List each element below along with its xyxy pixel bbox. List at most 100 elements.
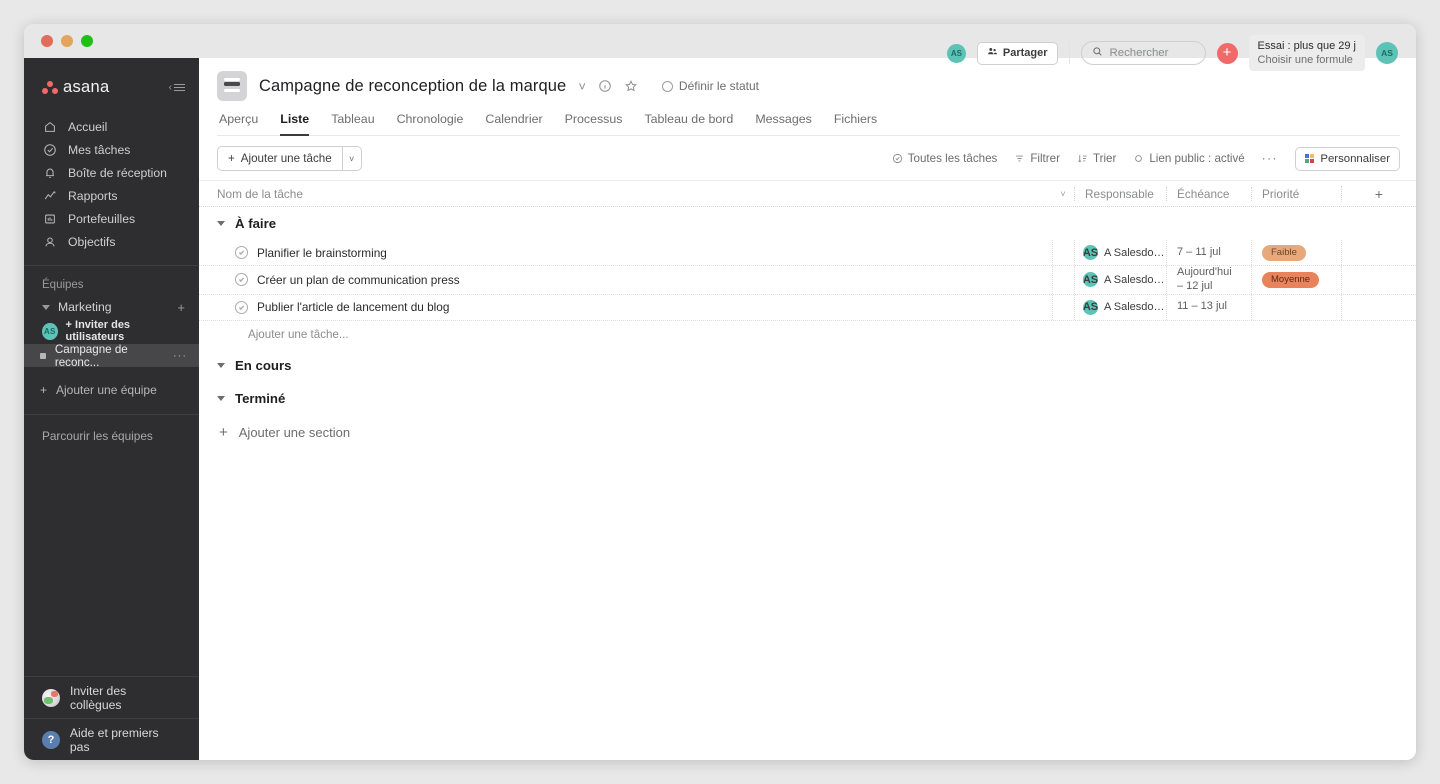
tab-fichiers[interactable]: Fichiers (823, 112, 888, 135)
section-header-termine[interactable]: Terminé (199, 382, 1416, 415)
due-date-cell[interactable]: 11 – 13 jul (1166, 294, 1251, 320)
public-link-button[interactable]: Lien public : activé (1133, 152, 1245, 165)
due-date-cell[interactable]: 7 – 11 jul (1166, 240, 1251, 265)
task-name-cell[interactable]: Planifier le brainstorming (199, 240, 1052, 265)
tab-tableau-de-bord[interactable]: Tableau de bord (633, 112, 744, 135)
column-task-name: Nom de la tâche (217, 186, 303, 201)
priority-cell[interactable]: Faible (1251, 240, 1341, 265)
add-task-button[interactable]: + Ajouter une tâche (217, 146, 342, 171)
trial-badge[interactable]: Essai : plus que 29 j Choisir une formul… (1248, 35, 1365, 71)
sidebar-browse-teams[interactable]: Parcourir les équipes (24, 429, 199, 443)
assignee-cell[interactable]: AS A Salesdora... (1074, 266, 1166, 294)
minimize-window-button[interactable] (61, 35, 73, 47)
tab-calendrier[interactable]: Calendrier (474, 112, 553, 135)
asana-logo[interactable]: asana (42, 78, 109, 97)
filter-all-tasks-button[interactable]: Toutes les tâches (892, 152, 997, 165)
sort-button[interactable]: Trier (1077, 152, 1116, 165)
sidebar-item-objectifs[interactable]: Objectifs (24, 230, 199, 253)
plus-icon: + (219, 424, 228, 441)
more-options-icon[interactable]: ··· (1262, 152, 1278, 165)
tab-apercu[interactable]: Aperçu (217, 112, 269, 135)
sidebar-item-portefeuilles[interactable]: Portefeuilles (24, 207, 199, 230)
info-circle-icon[interactable] (598, 79, 612, 93)
asana-dots-icon (42, 80, 58, 95)
plus-icon: + (40, 383, 48, 397)
column-collapse-icon[interactable]: ˅ (1052, 189, 1074, 199)
status-badge (1262, 305, 1280, 310)
add-task-inline-a-faire[interactable]: Ajouter une tâche... (199, 321, 1416, 349)
sidebar-team-marketing[interactable]: Marketing + (24, 296, 199, 318)
share-button[interactable]: Partager (976, 41, 1058, 65)
page-title: Campagne de reconception de la marque (259, 76, 567, 95)
customize-button[interactable]: Personnaliser (1294, 146, 1400, 171)
user-avatar[interactable]: AS (1376, 42, 1398, 64)
brand-name: asana (63, 78, 110, 96)
project-menu-icon[interactable]: ··· (173, 350, 187, 362)
collapse-sidebar-icon[interactable]: ‹ (169, 82, 185, 93)
sidebar-invite-colleagues[interactable]: Inviter des collègues (24, 677, 199, 718)
sidebar-help[interactable]: ? Aide et premiers pas (24, 719, 199, 760)
chevron-down-icon[interactable] (217, 221, 225, 226)
chevron-down-icon[interactable] (217, 362, 225, 368)
tab-processus[interactable]: Processus (554, 112, 634, 135)
maximize-window-button[interactable] (81, 35, 93, 47)
quick-add-button[interactable]: + (1216, 42, 1238, 64)
set-status-button[interactable]: Définir le statut (661, 79, 759, 93)
choose-plan-link[interactable]: Choisir une formule (1258, 54, 1356, 66)
section-title: En cours (235, 357, 292, 373)
filter-button[interactable]: Filtrer (1014, 152, 1060, 165)
sidebar-invite-users[interactable]: AS + Inviter des utilisateurs (24, 318, 199, 344)
sidebar-item-rapports[interactable]: Rapports (24, 184, 199, 207)
sidebar-label: Objectifs (68, 234, 116, 249)
assignee-cell[interactable]: AS A Salesdora... (1074, 240, 1166, 265)
teams-heading: Équipes (42, 279, 84, 291)
tab-chronologie[interactable]: Chronologie (386, 112, 475, 135)
table-row[interactable]: Planifier le brainstorming AS A Salesdor… (199, 240, 1416, 266)
assignee-cell[interactable]: AS A Salesdora... (1074, 294, 1166, 320)
sidebar-project-campagne[interactable]: Campagne de reconc... ··· (24, 343, 199, 369)
complete-task-icon[interactable] (235, 246, 248, 259)
task-name-cell[interactable]: Créer un plan de communication press (199, 266, 1052, 294)
avatar[interactable]: AS (946, 43, 966, 63)
search-input[interactable]: Rechercher (1080, 41, 1206, 65)
add-task-label: Ajouter une tâche (240, 152, 332, 165)
help-label: Aide et premiers pas (69, 725, 159, 754)
section-header-en-cours[interactable]: En cours (199, 349, 1416, 382)
chevron-down-icon[interactable] (217, 395, 225, 401)
add-section-label: Ajouter une section (238, 425, 351, 440)
add-section-button[interactable]: + Ajouter une section (199, 415, 1416, 445)
chevron-down-icon[interactable]: ˅ (578, 79, 586, 94)
sidebar-item-boite-de-reception[interactable]: Boîte de réception (24, 161, 199, 184)
sidebar-item-mes-taches[interactable]: Mes tâches (24, 138, 199, 161)
section-title: Terminé (235, 390, 286, 406)
goal-icon (42, 234, 57, 249)
table-row[interactable]: Créer un plan de communication press AS … (199, 266, 1416, 295)
column-due-date: Échéance (1166, 186, 1251, 201)
view-tabs: Aperçu Liste Tableau Chronologie Calendr… (217, 112, 1400, 136)
project-board-icon (217, 71, 247, 101)
section-header-a-faire[interactable]: À faire (199, 207, 1416, 240)
tab-tableau[interactable]: Tableau (320, 112, 385, 135)
add-task-dropdown-icon[interactable]: ˅ (341, 146, 362, 171)
sidebar-label: Portefeuilles (68, 211, 136, 226)
tab-messages[interactable]: Messages (744, 112, 822, 135)
sidebar-add-team[interactable]: + Ajouter une équipe (24, 367, 199, 397)
due-date-line: Aujourd'hui (1177, 266, 1232, 278)
table-row[interactable]: Publier l'article de lancement du blog A… (199, 294, 1416, 321)
task-name-cell[interactable]: Publier l'article de lancement du blog (199, 295, 1052, 320)
portfolio-icon (42, 211, 57, 226)
add-project-icon[interactable]: + (177, 300, 185, 315)
chevron-down-icon[interactable] (42, 304, 50, 310)
priority-cell[interactable]: Moyenne (1251, 266, 1341, 294)
tab-liste[interactable]: Liste (269, 112, 320, 136)
complete-task-icon[interactable] (235, 300, 248, 314)
assignee-name: A Salesdora... (1104, 273, 1166, 286)
star-icon[interactable] (624, 79, 638, 93)
complete-task-icon[interactable] (235, 273, 248, 287)
close-window-button[interactable] (41, 35, 53, 47)
due-date-cell[interactable]: Aujourd'hui – 12 jul (1166, 266, 1251, 294)
add-column-button[interactable]: + (1341, 185, 1416, 202)
app-body: asana ‹ Accueil Mes tâches Boîte de réce… (24, 58, 1416, 760)
sidebar-item-accueil[interactable]: Accueil (24, 115, 199, 138)
priority-cell[interactable] (1251, 294, 1341, 320)
